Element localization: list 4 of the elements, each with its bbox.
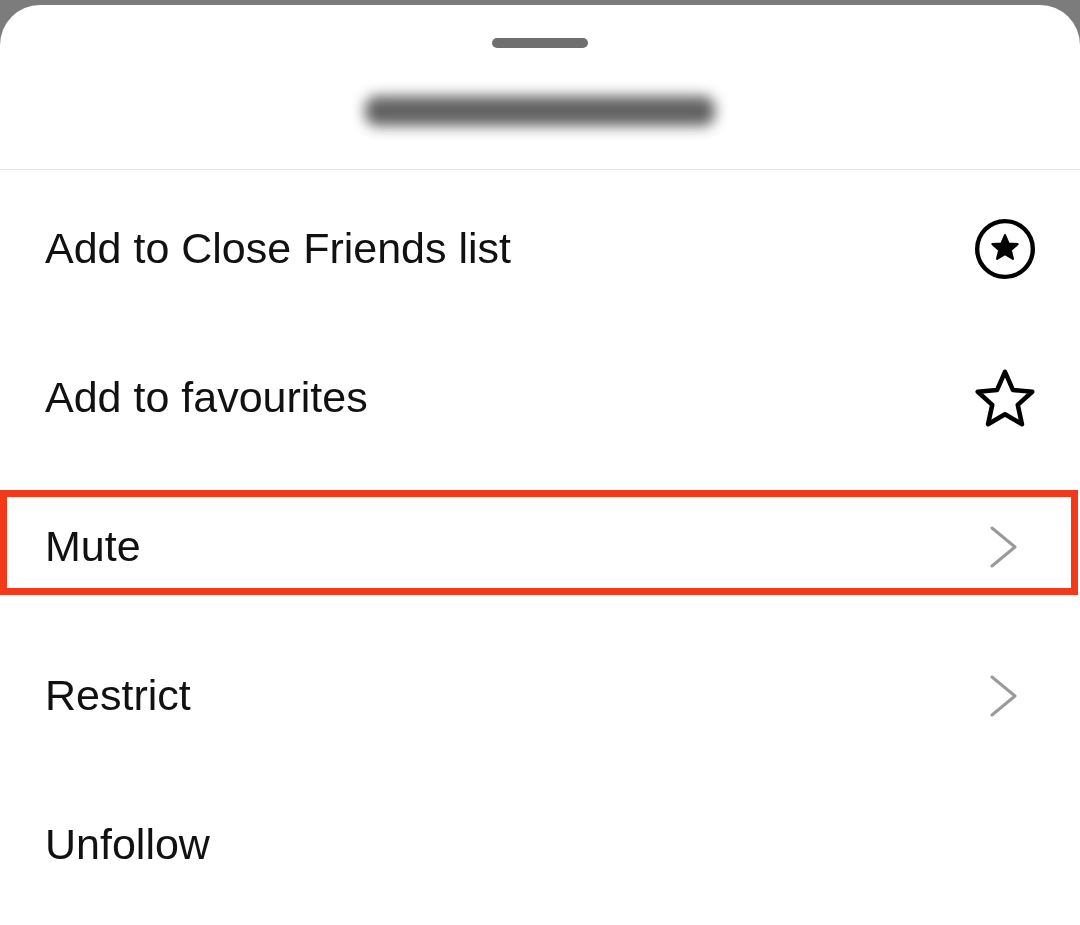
star-outline-icon [975, 368, 1035, 427]
chevron-right-icon [990, 525, 1018, 568]
drag-handle[interactable] [492, 38, 588, 48]
chevron-right-icon [990, 674, 1018, 717]
